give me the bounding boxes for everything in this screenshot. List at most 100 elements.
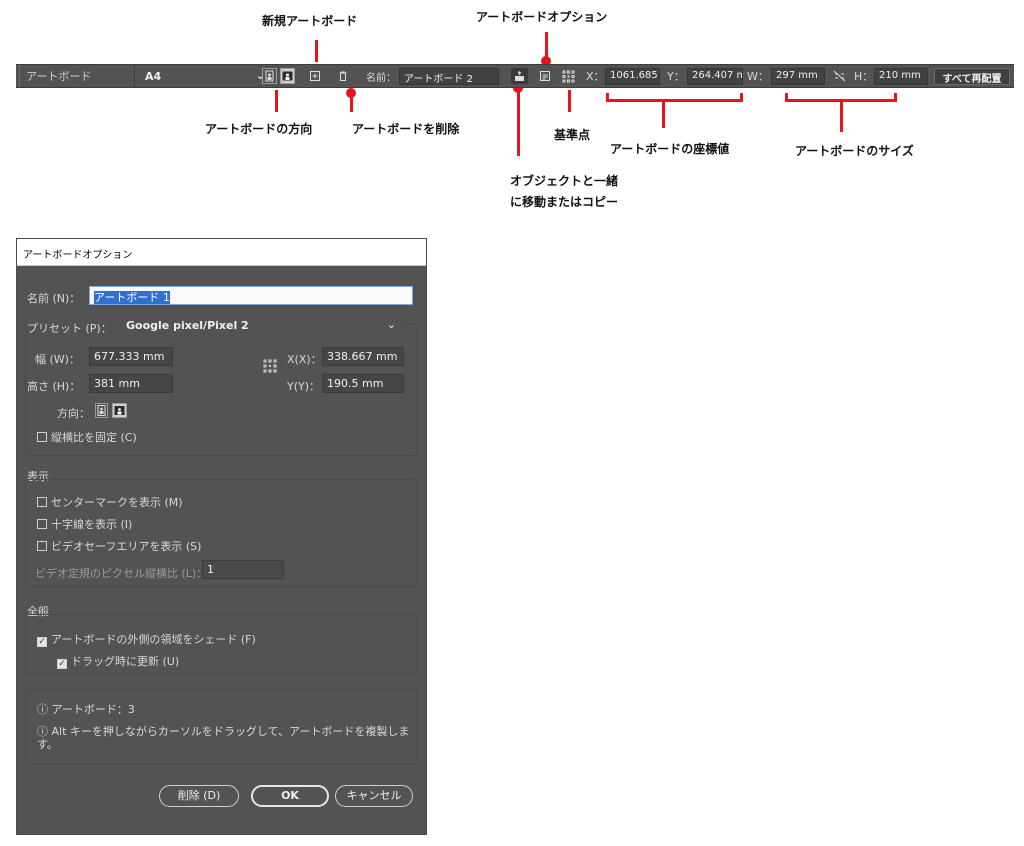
preset-dropdown[interactable]: Google pixel/Pixel 2 ⌄ (121, 316, 401, 335)
artboard-name-field[interactable]: アートボード 1 (89, 286, 413, 305)
portrait-icon (97, 405, 106, 416)
y-label: Y(Y)： (287, 380, 321, 393)
annotation-delete-artboard: アートボードを削除 (352, 122, 460, 136)
name-label: 名前： (366, 72, 396, 84)
artboard-count-text: アートボード：3 (51, 703, 135, 716)
annotation-new-artboard: 新規アートボード (262, 14, 358, 28)
artboard-options-dialog: アートボードオプション 名前 (N)： アートボード 1 プリセット (P)： … (16, 238, 427, 835)
artboard-options-icon[interactable] (538, 69, 552, 83)
cancel-button[interactable]: キャンセル (335, 785, 413, 807)
checkbox-checked-icon: ✓ (57, 659, 67, 669)
checkbox-checked-icon: ✓ (37, 637, 47, 647)
w-label: W： (747, 70, 769, 83)
delete-artboard-icon[interactable] (336, 69, 350, 83)
artboard-name-selected-text: アートボード 1 (94, 291, 170, 304)
pixel-ratio-field[interactable]: 1 (202, 560, 284, 579)
y-field[interactable]: 190.5 mm (322, 374, 404, 393)
x-label: X： (586, 70, 605, 83)
annotation-line-size (840, 102, 843, 132)
info-icon: ⓘ (37, 725, 52, 738)
height-input[interactable]: 210 mm (874, 68, 928, 85)
video-safe-label: ビデオセーフエリアを表示 (S) (51, 540, 202, 553)
chevron-down-icon: ⌄ (386, 318, 396, 331)
landscape-button[interactable] (112, 403, 127, 418)
artboard-count-info: ⓘ アートボード：3 (37, 701, 135, 717)
video-safe-checkbox[interactable]: ビデオセーフエリアを表示 (S) (37, 538, 201, 554)
annotation-bracket-coordinates (606, 99, 743, 102)
h-label: H： (854, 70, 874, 83)
toolbar-grip[interactable] (19, 65, 22, 87)
center-mark-checkbox[interactable]: センターマークを表示 (M) (37, 494, 183, 510)
annotation-bracket-size-left (785, 93, 788, 102)
cross-hairs-checkbox[interactable]: 十字線を表示 (I) (37, 516, 132, 532)
shade-outside-label: アートボードの外側の領域をシェード (F) (51, 633, 256, 646)
shade-outside-checkbox[interactable]: ✓ アートボードの外側の領域をシェード (F) (37, 631, 256, 647)
ok-button[interactable]: OK (251, 785, 329, 807)
annotation-line-move-copy (517, 90, 520, 156)
artboard-control-bar: アートボード A4 ⌄ 名前： アートボード 2 X： 1061.685 Y： … (16, 64, 1014, 88)
annotation-size: アートボードのサイズ (795, 144, 914, 158)
cross-hairs-label: 十字線を表示 (I) (51, 518, 133, 531)
annotation-line-coordinates (662, 102, 665, 128)
new-artboard-icon[interactable] (308, 69, 322, 83)
preset-label: プリセット (P)： (27, 320, 114, 336)
move-copy-artwork-icon[interactable] (511, 68, 528, 84)
update-drag-label: ドラッグ時に更新 (U) (71, 655, 180, 668)
duplicate-tip-info: ⓘ Alt キーを押しながらカーソルをドラッグして、アートボードを複製します。 (37, 725, 413, 751)
link-constrain-icon[interactable] (832, 69, 846, 83)
annotation-line-new-artboard (315, 40, 318, 62)
duplicate-tip-text: Alt キーを押しながらカーソルをドラッグして、アートボードを複製します。 (37, 725, 410, 751)
width-input[interactable]: 297 mm (771, 68, 825, 85)
toolbar-label: アートボード (26, 70, 92, 83)
preset-select[interactable]: A4 ⌄ (140, 68, 270, 85)
width-label: 幅 (W)： (35, 353, 80, 366)
lock-ratio-checkbox[interactable]: 縦横比を固定 (C) (37, 429, 137, 445)
portrait-button[interactable] (95, 403, 108, 418)
annotation-dot-delete (346, 88, 356, 98)
height-label: 高さ (H)： (27, 380, 81, 393)
rearrange-all-button[interactable]: すべて再配置 (934, 68, 1010, 85)
annotation-artboard-options: アートボードオプション (476, 10, 608, 24)
x-label: X(X)： (287, 353, 322, 366)
orientation-label: 方向： (57, 407, 90, 420)
annotation-line-reference-point (568, 90, 571, 112)
annotation-line-orientation (275, 90, 278, 112)
checkbox-icon (37, 519, 47, 529)
reference-point-icon[interactable] (561, 69, 575, 83)
lock-ratio-label: 縦横比を固定 (C) (51, 431, 137, 444)
annotation-move-copy-2: に移動またはコピー (510, 195, 619, 209)
checkbox-icon (37, 541, 47, 551)
landscape-orientation-button[interactable] (280, 68, 295, 84)
landscape-icon (282, 71, 293, 81)
preset-dropdown-value: Google pixel/Pixel 2 (126, 319, 249, 332)
info-icon: ⓘ (37, 703, 52, 716)
landscape-icon (114, 406, 125, 415)
annotation-orientation: アートボードの方向 (205, 122, 313, 136)
annotation-move-copy-1: オブジェクトと一緒 (510, 174, 619, 188)
x-coordinate-input[interactable]: 1061.685 (605, 68, 660, 85)
annotation-bracket-coordinates-left (606, 93, 609, 102)
width-field[interactable]: 677.333 mm (89, 347, 173, 366)
artboard-name-input[interactable]: アートボード 2 (399, 68, 499, 85)
y-label: Y： (667, 70, 685, 83)
annotation-reference-point: 基準点 (554, 128, 591, 142)
annotation-bracket-size-right (894, 93, 897, 102)
portrait-icon (265, 70, 274, 82)
update-drag-checkbox[interactable]: ✓ ドラッグ時に更新 (U) (57, 653, 179, 669)
y-coordinate-input[interactable]: 264.407 m (687, 68, 743, 85)
reference-point-icon[interactable] (263, 359, 277, 376)
toolbar-divider (134, 65, 135, 87)
x-field[interactable]: 338.667 mm (322, 347, 404, 366)
height-field[interactable]: 381 mm (89, 374, 173, 393)
checkbox-icon (37, 432, 47, 442)
name-label: 名前 (N)： (27, 292, 81, 305)
annotation-bracket-coordinates-right (740, 93, 743, 102)
center-mark-label: センターマークを表示 (M) (51, 496, 183, 509)
pixel-ratio-label: ビデオ定規のピクセル縦横比 (L)： (35, 567, 208, 580)
preset-select-value: A4 (145, 70, 162, 83)
checkbox-icon (37, 497, 47, 507)
dialog-title: アートボードオプション (17, 239, 426, 266)
annotation-coordinates: アートボードの座標値 (610, 142, 730, 156)
portrait-orientation-button[interactable] (262, 68, 277, 84)
delete-button[interactable]: 削除 (D) (159, 785, 239, 807)
